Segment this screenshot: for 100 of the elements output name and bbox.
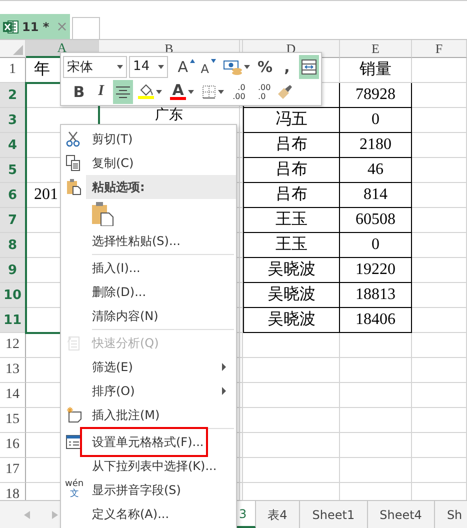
table-cell [412, 133, 467, 158]
down-triangle-icon [211, 58, 216, 62]
decimal-button[interactable]: .0 .00 [229, 80, 249, 104]
menu-item[interactable]: 删除(D)... [61, 280, 236, 304]
row-header[interactable]: 3 [0, 108, 26, 133]
menu-item[interactable]: 排序(O) [61, 379, 236, 403]
row-header[interactable]: 7 [0, 208, 26, 233]
sheet-tab[interactable]: Sheet4 [368, 501, 435, 528]
caret-icon [188, 90, 194, 94]
center-align-button[interactable] [113, 80, 133, 104]
table-cell [412, 83, 467, 108]
table-cell [412, 208, 467, 233]
table-cell [412, 408, 467, 433]
decimal-button[interactable]: .00 .0 [251, 80, 273, 104]
table-cell: 吕布 [243, 158, 340, 183]
paint-bucket-icon [138, 84, 154, 96]
phonetic-icon: wén 文 [65, 479, 84, 499]
row-header[interactable]: 17 [0, 458, 26, 483]
font-size-field[interactable]: 14 [129, 56, 168, 78]
table-cell: 18813 [340, 283, 412, 308]
menu-item[interactable]: 选择性粘贴(S)... [61, 229, 236, 253]
menu-item[interactable]: 清除内容(N) [61, 304, 236, 328]
menu-item[interactable]: 复制(C) [61, 151, 236, 175]
document-tab[interactable]: 11 * × [0, 14, 70, 39]
corner-triangle-icon [13, 45, 23, 55]
table-cell: 19220 [340, 258, 412, 283]
copy-icon [66, 155, 80, 171]
wrap-text-icon [300, 58, 317, 74]
menu-item[interactable]: 插入批注(M) [61, 403, 236, 427]
table-cell [412, 283, 467, 308]
table-cell: 46 [340, 158, 412, 183]
row-header[interactable]: 8 [0, 233, 26, 258]
table-cell: 78928 [340, 83, 412, 108]
table-cell: 王玉 [243, 233, 340, 258]
align-center-icon [116, 86, 130, 98]
row-header[interactable]: 14 [0, 383, 26, 408]
row-header[interactable]: 6 [0, 183, 26, 208]
caret-icon [158, 64, 164, 68]
font-name-field[interactable]: 宋体 [63, 56, 128, 78]
table-cell [412, 333, 467, 358]
table-cell: 冯五 [243, 108, 340, 133]
row-header[interactable]: 4 [0, 133, 26, 158]
font-color-button[interactable]: A [167, 80, 197, 104]
table-cell [412, 433, 467, 458]
caret-icon [244, 64, 250, 68]
scissors-icon [66, 131, 80, 147]
submenu-arrow-icon [222, 387, 226, 395]
currency-icon [223, 58, 242, 74]
borders-icon [202, 84, 216, 98]
menu-item[interactable]: 插入(I)... [61, 256, 236, 280]
table-cell: 王玉 [243, 208, 340, 233]
caret-icon [218, 90, 224, 94]
table-cell: 吕布 [243, 183, 340, 208]
menu-item[interactable]: 设置单元格格式(F)... [61, 430, 236, 454]
row-header[interactable]: 15 [0, 408, 26, 433]
column-header[interactable]: F [412, 40, 467, 58]
table-cell: 60508 [340, 208, 412, 233]
spreadsheet-icon [3, 18, 19, 34]
menu-item[interactable]: 从下拉列表中选择(K)... [61, 454, 236, 478]
table-cell [412, 58, 467, 83]
clipboard-icon [67, 179, 81, 195]
sheet-tab[interactable]: 表4 [256, 501, 300, 528]
table-cell [412, 383, 467, 408]
table-cell: 销量 [340, 58, 412, 83]
row-header[interactable]: 9 [0, 258, 26, 283]
comment-icon [66, 407, 82, 423]
table-cell [412, 258, 467, 283]
row-header[interactable]: 16 [0, 433, 26, 458]
row-header[interactable]: 5 [0, 158, 26, 183]
row-header[interactable]: 12 [0, 333, 26, 358]
column-header[interactable]: E [340, 40, 412, 58]
table-cell [412, 183, 467, 208]
row-header[interactable]: 13 [0, 358, 26, 383]
table-cell [412, 158, 467, 183]
sheet-tab[interactable]: Sh [434, 501, 467, 528]
table-cell [412, 308, 467, 333]
table-cell: 吕布 [243, 133, 340, 158]
clipboard-icon [92, 202, 114, 226]
row-header[interactable]: 2 [0, 83, 26, 108]
row-header[interactable]: 10 [0, 283, 26, 308]
row-header[interactable]: 1 [0, 58, 26, 83]
table-cell: 吴晓波 [243, 258, 340, 283]
table-cell: 814 [340, 183, 412, 208]
row-header[interactable]: 11 [0, 308, 26, 333]
caret-icon [117, 64, 124, 68]
format-cells-icon [66, 434, 82, 450]
table-cell: 0 [340, 108, 412, 133]
quick-analysis-icon [66, 335, 80, 351]
table-cell: 吴晓波 [243, 308, 340, 333]
menu-item[interactable]: 定义名称(A)... [61, 502, 236, 526]
table-cell: 2180 [340, 133, 412, 158]
table-cell: 18406 [340, 308, 412, 333]
table-cell [412, 108, 467, 133]
sheet-tab[interactable]: Sheet1 [300, 501, 368, 528]
paintbrush-icon [276, 84, 294, 100]
table-cell: 0 [340, 233, 412, 258]
submenu-arrow-icon [222, 363, 226, 371]
wrap-text-button[interactable] [298, 54, 319, 78]
sheet-tab[interactable]: 3 [237, 501, 256, 528]
menu-item[interactable]: 筛选(E) [61, 355, 236, 379]
